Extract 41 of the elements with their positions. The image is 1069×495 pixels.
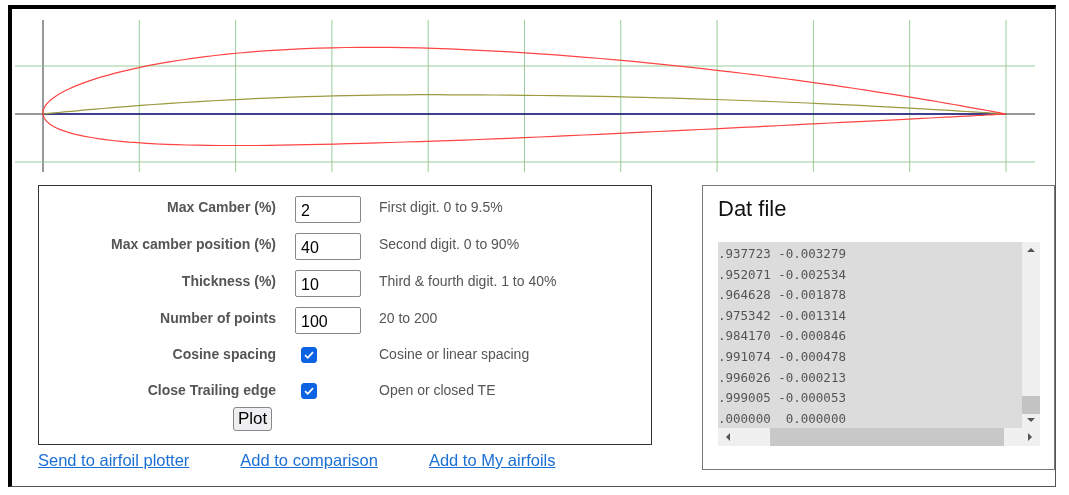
hint-text: Second digit. 0 to 90% [379,235,520,252]
checkbox[interactable] [301,383,317,399]
horizontal-scrollbar[interactable] [718,428,1040,446]
scrollbar-thumb[interactable] [1022,396,1040,414]
field-label: Max Camber (%) [166,198,276,215]
data-line: .937723 -0.003279 [718,245,847,263]
hint-text: Cosine or linear spacing [379,346,530,362]
field-label: Close Trailing edge [146,382,276,398]
scroll-down-icon[interactable] [1027,418,1035,422]
scroll-left-icon[interactable] [726,433,730,441]
number-field[interactable]: 40 [295,233,361,260]
field-label: Max camber position (%) [110,235,276,252]
data-line: .991074 -0.000478 [718,347,847,366]
data-line: .000000 0.000000 [718,409,847,428]
hint-text: Open or closed TE [379,382,496,398]
data-line: .975342 -0.001314 [718,306,847,325]
data-line: .952071 -0.002534 [718,265,847,284]
field-label: Cosine spacing [171,346,276,362]
scrollbar-thumb[interactable] [770,428,1004,446]
field-label: Number of points [159,309,276,326]
hint-text: Third & fourth digit. 1 to 40% [379,272,557,289]
number-field[interactable]: 10 [295,270,361,297]
field-label: Thickness (%) [180,272,276,289]
link[interactable]: Send to airfoil plotter [38,451,190,470]
checkbox[interactable] [301,347,317,363]
number-field[interactable]: 100 [295,307,361,334]
number-field[interactable]: 2 [295,196,361,223]
data-line: .964628 -0.001878 [718,286,847,305]
vertical-scrollbar[interactable] [1022,242,1040,428]
data-line: .996026 -0.000213 [718,368,847,387]
link[interactable]: Add to My airfoils [428,451,556,470]
data-line: .984170 -0.000846 [718,327,847,346]
plot-button[interactable]: Plot [233,407,273,431]
link[interactable]: Add to comparison [240,451,378,470]
scroll-up-icon[interactable] [1027,248,1035,252]
dat-text-area[interactable]: .937723 -0.003279 .952071 -0.002534 .964628 -0.001878 .975342 -0.001314 .984170 -0.000846 .991074 -0.000478 .996026 -0.000213 .999005 -0.000053 .000000 0.000000 [718,242,1040,446]
scroll-right-icon[interactable] [1028,433,1032,441]
panel-title: Dat file [718,196,788,222]
hint-text: First digit. 0 to 9.5% [379,198,503,215]
hint-text: 20 to 200 [379,309,438,326]
data-line: .999005 -0.000053 [718,389,847,408]
